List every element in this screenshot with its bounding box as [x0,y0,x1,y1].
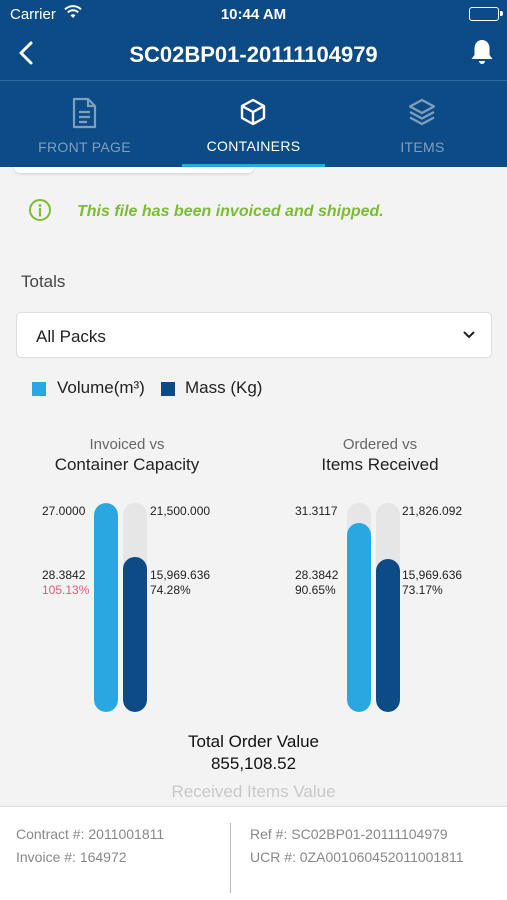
document-icon [72,97,97,129]
total-order-value-label: Total Order Value [187,732,320,751]
chart-title-line1: Ordered vs [342,436,418,453]
file-footer: Contract #: 2011001811 Invoice #: 164972… [0,806,507,900]
contract-number: Contract #: 2011001811 [16,826,165,842]
volume-value-label: 28.3842 [295,568,339,582]
volume-bar-track [94,503,118,712]
info-icon [29,199,51,221]
chart-title-ordered: Ordered vs Items Received [280,436,480,475]
battery-icon [469,7,503,21]
pack-select-value: All Packs [36,327,106,346]
tab-items[interactable]: ITEMS [338,81,507,167]
tab-front-page[interactable]: FRONT PAGE [0,81,169,167]
total-order-value-amount: 855,108.52 [210,754,297,773]
mass-top-label: 21,826.092 [402,504,463,518]
volume-bar-fill [94,503,118,712]
volume-percent-label: 105.13% [42,583,90,597]
volume-top-label: 27.0000 [42,504,86,518]
mass-bar-fill [123,557,147,712]
legend-swatch-mass [161,382,175,396]
bell-icon[interactable] [469,38,495,66]
tab-bar: FRONT PAGE CONTAINERS ITEMS [0,81,507,167]
mass-percent-label: 73.17% [402,583,443,597]
volume-bar-fill [347,523,371,712]
footer-right: Ref #: SC02BP01-20111104979 UCR #: 0ZA00… [250,823,464,869]
volume-bar-track [347,503,371,712]
notice-text: This file has been invoiced and shipped. [77,203,384,220]
total-order-value: Total Order Value 855,108.52 [0,732,507,774]
ucr-number: UCR #: 0ZA001060452011001811 [250,849,464,865]
invoice-number: Invoice #: 164972 [16,849,127,865]
status-bar: Carrier 10:44 AM [0,0,507,28]
chart-title-invoiced: Invoiced vs Container Capacity [27,436,227,475]
app-header: Carrier 10:44 AM SC02BP01-20111104979 FR… [0,0,507,167]
chart-title-line2: Items Received [321,455,439,474]
mass-bar-track [376,503,400,712]
mass-percent-label: 74.28% [150,583,191,597]
chevron-down-icon [463,331,475,339]
box-icon [240,98,266,126]
tab-label: ITEMS [400,139,445,155]
mass-value-label: 15,969.636 [150,568,211,582]
volume-percent-label: 90.65% [295,583,336,597]
mass-bar-track [123,503,147,712]
tab-label: CONTAINERS [206,138,301,154]
chart-title-line2: Container Capacity [54,455,200,474]
volume-value-label: 28.3842 [42,568,86,582]
footer-divider [230,823,231,893]
clock: 10:44 AM [220,6,287,23]
chart-title-line1: Invoiced vs [89,436,165,453]
pack-select[interactable]: All Packs [16,312,492,358]
tab-label: FRONT PAGE [38,139,131,155]
tab-containers[interactable]: CONTAINERS [169,81,338,167]
layers-icon [408,98,436,126]
mass-bar-fill [376,559,400,712]
legend-label-volume: Volume(m³) [57,378,145,397]
page-title: SC02BP01-20111104979 [129,42,378,67]
legend-label-mass: Mass (Kg) [185,378,263,397]
mass-top-label: 21,500.000 [150,504,211,518]
mass-value-label: 15,969.636 [402,568,463,582]
card-edge [14,167,254,173]
footer-left: Contract #: 2011001811 Invoice #: 164972 [16,823,164,869]
legend-swatch-volume [32,382,46,396]
section-title: Totals [21,272,66,291]
ref-number: Ref #: SC02BP01-20111104979 [250,826,448,842]
volume-top-label: 31.3117 [295,504,338,518]
received-items-value-label: Received Items Value [171,782,336,801]
nav-bar: SC02BP01-20111104979 [0,28,507,80]
